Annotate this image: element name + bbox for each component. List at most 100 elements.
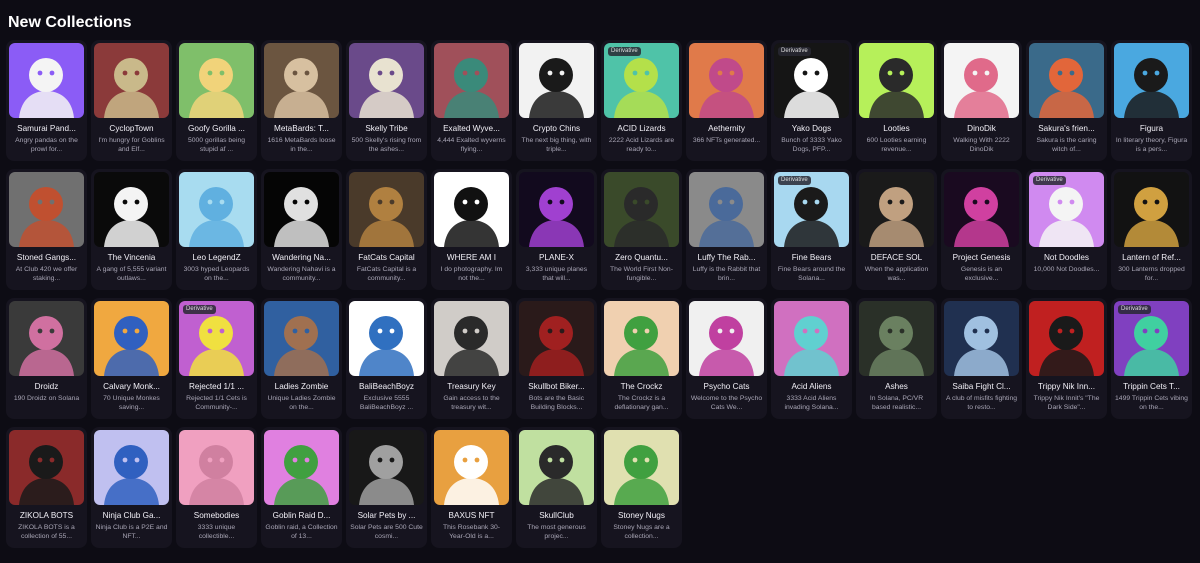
collection-thumbnail[interactable] — [689, 43, 764, 118]
collection-card[interactable]: Solar Pets by ... Solar Pets are 500 Cute… — [346, 427, 427, 548]
collection-name[interactable]: Figura — [1114, 124, 1189, 134]
collection-name[interactable]: Rejected 1/1 ... — [179, 382, 254, 392]
collection-card[interactable]: Looties 600 Looties earning revenue... — [856, 40, 937, 161]
collection-thumbnail[interactable] — [1114, 43, 1189, 118]
collection-name[interactable]: The Crockz — [604, 382, 679, 392]
collection-thumbnail[interactable] — [859, 172, 934, 247]
collection-card[interactable]: Figura In literary theory, Figura is a pe… — [1111, 40, 1192, 161]
collection-card[interactable]: WHERE AM I I do photography. Im not the..… — [431, 169, 512, 290]
collection-card[interactable]: DEFACE SOL When the application was... — [856, 169, 937, 290]
collection-card[interactable]: Goblin Raid D... Goblin raid, a Collectio… — [261, 427, 342, 548]
collection-card[interactable]: Wandering Na... Wandering Nahavi is a com… — [261, 169, 342, 290]
collection-thumbnail[interactable] — [774, 301, 849, 376]
collection-thumbnail[interactable] — [944, 301, 1019, 376]
collection-thumbnail[interactable] — [94, 301, 169, 376]
collection-card[interactable]: Somebodies 3333 unique collectible... — [176, 427, 257, 548]
collection-name[interactable]: Goblin Raid D... — [264, 511, 339, 521]
collection-thumbnail[interactable] — [349, 43, 424, 118]
collection-name[interactable]: Zero Quantu... — [604, 253, 679, 263]
collection-card[interactable]: Sakura's frien... Sakura is the caring wi… — [1026, 40, 1107, 161]
collection-card[interactable]: Ashes In Solana, PC/VR based realistic... — [856, 298, 937, 419]
collection-name[interactable]: Exalted Wyve... — [434, 124, 509, 134]
collection-thumbnail[interactable] — [94, 43, 169, 118]
collection-card[interactable]: Derivative Rejected 1/1 ... Rejected 1/1 C… — [176, 298, 257, 419]
collection-card[interactable]: MetaBards: T... 1616 MetaBards loose in t… — [261, 40, 342, 161]
collection-thumbnail[interactable] — [434, 430, 509, 505]
collection-thumbnail[interactable] — [9, 172, 84, 247]
collection-card[interactable]: Derivative Not Doodles 10,000 Not Doodles.… — [1026, 169, 1107, 290]
collection-name[interactable]: FatCats Capital — [349, 253, 424, 263]
collection-name[interactable]: Stoned Gangs... — [9, 253, 84, 263]
collection-thumbnail[interactable] — [94, 172, 169, 247]
collection-name[interactable]: Stoney Nugs — [604, 511, 679, 521]
collection-name[interactable]: Trippin Cets T... — [1114, 382, 1189, 392]
collection-card[interactable]: Lantern of Ref... 300 Lanterns dropped fo… — [1111, 169, 1192, 290]
collection-card[interactable]: Skullbot Biker... Bots are the Basic Buil… — [516, 298, 597, 419]
collection-thumbnail[interactable] — [859, 301, 934, 376]
collection-thumbnail[interactable] — [519, 430, 594, 505]
collection-thumbnail[interactable] — [264, 430, 339, 505]
collection-thumbnail[interactable]: Derivative — [774, 172, 849, 247]
collection-name[interactable]: The Vincenia — [94, 253, 169, 263]
collection-card[interactable]: Derivative ACID Lizards 2222 Acid Lizards … — [601, 40, 682, 161]
collection-name[interactable]: PLANE-X — [519, 253, 594, 263]
collection-thumbnail[interactable] — [689, 172, 764, 247]
collection-card[interactable]: Samurai Pand... Angry pandas on the prowl… — [6, 40, 87, 161]
collection-card[interactable]: PLANE-X 3,333 unique planes that will... — [516, 169, 597, 290]
collection-thumbnail[interactable] — [264, 43, 339, 118]
collection-card[interactable]: Skelly Tribe 500 Skelly's rising from the… — [346, 40, 427, 161]
collection-thumbnail[interactable] — [9, 43, 84, 118]
collection-card[interactable]: Derivative Fine Bears Fine Bears around th… — [771, 169, 852, 290]
collection-thumbnail[interactable]: Derivative — [604, 43, 679, 118]
collection-card[interactable]: Luffy The Rab... Luffy is the Rabbit that… — [686, 169, 767, 290]
collection-name[interactable]: ACID Lizards — [604, 124, 679, 134]
collection-name[interactable]: Droidz — [9, 382, 84, 392]
collection-card[interactable]: Trippy Nik Inn... Trippy Nik Innit's "The… — [1026, 298, 1107, 419]
collection-card[interactable]: Psycho Cats Welcome to the Psycho Cats We… — [686, 298, 767, 419]
collection-card[interactable]: CyclopTown I'm hungry for Goblins and Elf… — [91, 40, 172, 161]
collection-name[interactable]: Project Genesis — [944, 253, 1019, 263]
collection-thumbnail[interactable] — [9, 430, 84, 505]
collection-card[interactable]: Aethernity 366 NFTs generated... — [686, 40, 767, 161]
collection-thumbnail[interactable] — [179, 43, 254, 118]
collection-thumbnail[interactable] — [349, 430, 424, 505]
collection-name[interactable]: DEFACE SOL — [859, 253, 934, 263]
collection-name[interactable]: Skullbot Biker... — [519, 382, 594, 392]
collection-name[interactable]: Fine Bears — [774, 253, 849, 263]
collection-thumbnail[interactable] — [434, 301, 509, 376]
collection-name[interactable]: SkullClub — [519, 511, 594, 521]
collection-name[interactable]: WHERE AM I — [434, 253, 509, 263]
collection-thumbnail[interactable] — [519, 301, 594, 376]
collection-card[interactable]: Stoney Nugs Stoney Nugs are a collection.… — [601, 427, 682, 548]
collection-name[interactable]: Goofy Gorilla ... — [179, 124, 254, 134]
collection-thumbnail[interactable] — [179, 430, 254, 505]
collection-name[interactable]: Ashes — [859, 382, 934, 392]
collection-thumbnail[interactable] — [604, 301, 679, 376]
collection-name[interactable]: Sakura's frien... — [1029, 124, 1104, 134]
collection-card[interactable]: ZIKOLA BOTS ZIKOLA BOTS is a collection o… — [6, 427, 87, 548]
collection-name[interactable]: Calvary Monk... — [94, 382, 169, 392]
collection-name[interactable]: DinoDik — [944, 124, 1019, 134]
collection-card[interactable]: Calvary Monk... 70 Unique Monkes saving..… — [91, 298, 172, 419]
collection-thumbnail[interactable] — [94, 430, 169, 505]
collection-thumbnail[interactable] — [179, 172, 254, 247]
collection-thumbnail[interactable] — [944, 172, 1019, 247]
collection-name[interactable]: Not Doodles — [1029, 253, 1104, 263]
collection-card[interactable]: BaliBeachBoyz Exclusive 5555 BaliBeachBoy… — [346, 298, 427, 419]
collection-card[interactable]: BAXUS NFT This Rosebank 30-Year-Old is a.… — [431, 427, 512, 548]
collection-name[interactable]: Luffy The Rab... — [689, 253, 764, 263]
collection-thumbnail[interactable] — [519, 172, 594, 247]
collection-card[interactable]: Derivative Yako Dogs Bunch of 3333 Yako Do… — [771, 40, 852, 161]
collection-thumbnail[interactable] — [689, 301, 764, 376]
collection-card[interactable]: The Vincenia A gang of 5,555 variant outl… — [91, 169, 172, 290]
collection-thumbnail[interactable] — [944, 43, 1019, 118]
collection-thumbnail[interactable] — [604, 172, 679, 247]
collection-thumbnail[interactable] — [519, 43, 594, 118]
collection-name[interactable]: Yako Dogs — [774, 124, 849, 134]
collection-name[interactable]: BAXUS NFT — [434, 511, 509, 521]
collection-thumbnail[interactable]: Derivative — [179, 301, 254, 376]
collection-card[interactable]: Exalted Wyve... 4,444 Exalted wyverns fly… — [431, 40, 512, 161]
collection-card[interactable]: Saiba Fight Cl... A club of misfits fight… — [941, 298, 1022, 419]
collection-name[interactable]: Wandering Na... — [264, 253, 339, 263]
collection-name[interactable]: Lantern of Ref... — [1114, 253, 1189, 263]
